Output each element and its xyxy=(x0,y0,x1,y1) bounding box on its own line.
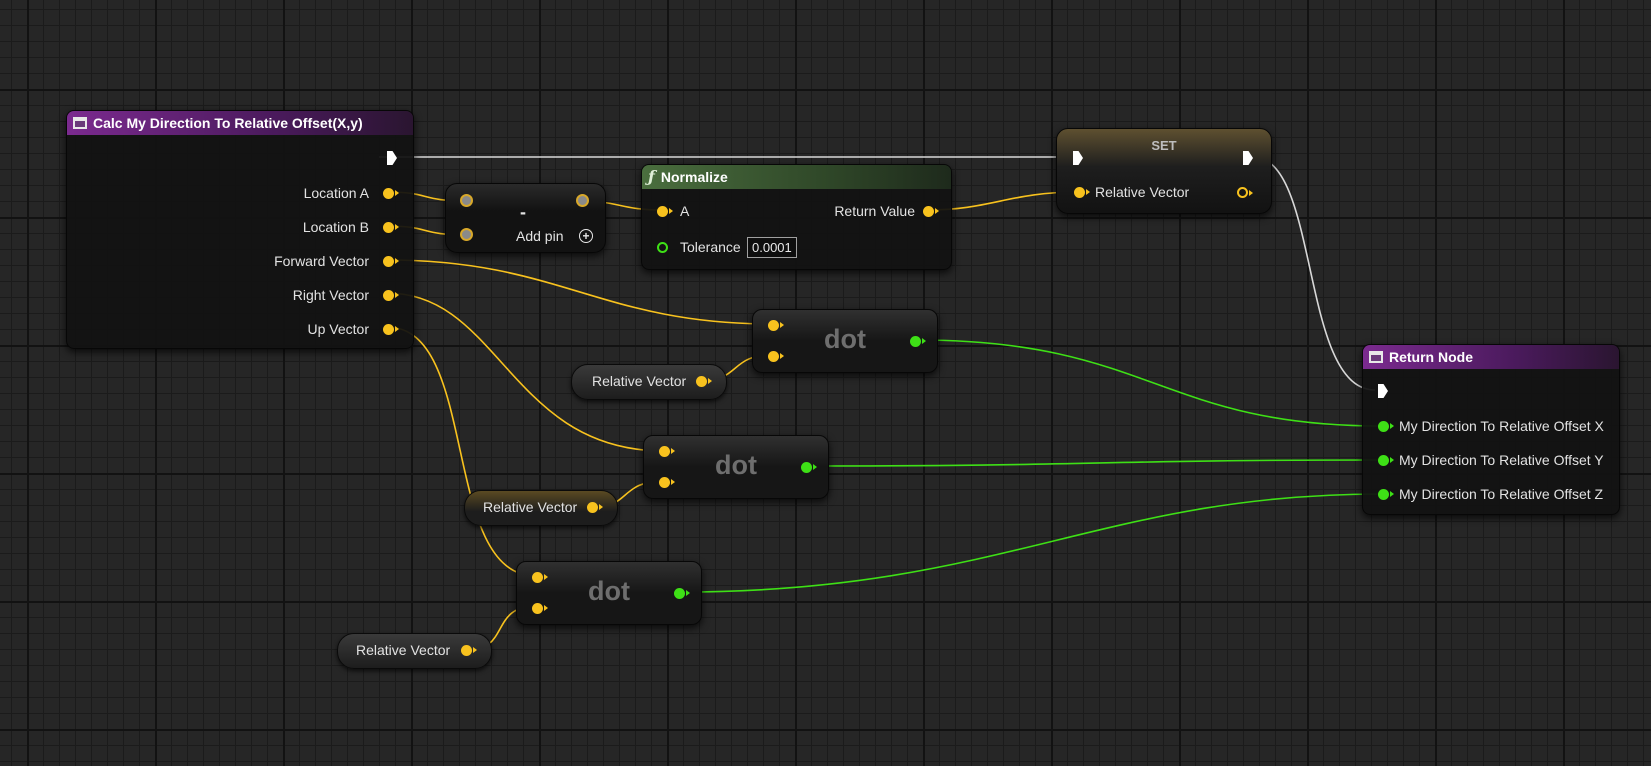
dot-product-node[interactable]: dot xyxy=(516,561,702,625)
dot-output-pin[interactable] xyxy=(674,588,690,599)
set-input-pin[interactable] xyxy=(1074,187,1090,198)
subtract-input-b-pin[interactable] xyxy=(460,228,473,241)
node-header: ƒ Normalize xyxy=(642,165,951,189)
offset-x-pin[interactable] xyxy=(1378,421,1394,432)
float-wire xyxy=(808,459,1383,467)
getter-label: Relative Vector xyxy=(356,642,451,658)
set-node[interactable]: SET Relative Vector xyxy=(1056,128,1272,214)
forward-vector-pin[interactable] xyxy=(383,256,399,267)
relative-vector-getter[interactable]: Relative Vector xyxy=(571,364,727,400)
offset-z-label: My Direction To Relative Offset Z xyxy=(1399,486,1604,502)
set-exec-out-pin[interactable] xyxy=(1243,151,1253,165)
set-variable-label: Relative Vector xyxy=(1095,184,1190,200)
node-header: Calc My Direction To Relative Offset(X,y… xyxy=(67,111,413,135)
return-node[interactable]: Return Node My Direction To Relative Off… xyxy=(1362,344,1620,515)
offset-y-label: My Direction To Relative Offset Y xyxy=(1399,452,1604,468)
offset-z-pin[interactable] xyxy=(1378,489,1394,500)
node-title: Calc My Direction To Relative Offset(X,y… xyxy=(93,115,363,131)
node-header: Return Node xyxy=(1363,345,1619,369)
node-title: Return Node xyxy=(1389,349,1473,365)
output-label-up-vector: Up Vector xyxy=(307,321,369,337)
getter-output-pin[interactable] xyxy=(461,645,477,656)
return-value-pin[interactable] xyxy=(923,206,939,217)
right-vector-pin[interactable] xyxy=(383,290,399,301)
subtract-node[interactable]: - Add pin + xyxy=(445,183,606,253)
output-label-right-vector: Right Vector xyxy=(292,287,369,303)
function-icon xyxy=(1369,351,1383,363)
tolerance-input[interactable]: 0.0001 xyxy=(747,237,797,258)
return-exec-in-pin[interactable] xyxy=(1378,384,1388,398)
plus-icon[interactable]: + xyxy=(579,229,593,243)
offset-y-pin[interactable] xyxy=(1378,455,1394,466)
dot-output-pin[interactable] xyxy=(910,336,926,347)
set-title: SET xyxy=(1151,138,1177,153)
output-label-location-a: Location A xyxy=(303,185,369,201)
set-exec-in-pin[interactable] xyxy=(1073,151,1083,165)
function-entry-node[interactable]: Calc My Direction To Relative Offset(X,y… xyxy=(66,110,414,349)
return-value-label: Return Value xyxy=(834,203,915,219)
tolerance-label: Tolerance xyxy=(680,239,741,255)
vector-wire xyxy=(386,326,537,577)
subtract-input-a-pin[interactable] xyxy=(460,194,473,207)
offset-x-label: My Direction To Relative Offset X xyxy=(1399,418,1604,434)
output-label-forward-vector: Forward Vector xyxy=(274,253,369,269)
normalize-input-a-label: A xyxy=(680,203,690,219)
subtract-symbol: - xyxy=(520,202,526,222)
float-wire xyxy=(916,339,1383,427)
getter-output-pin[interactable] xyxy=(696,376,712,387)
subtract-output-pin[interactable] xyxy=(576,194,589,207)
add-pin-label[interactable]: Add pin xyxy=(516,228,563,244)
dot-product-node[interactable]: dot xyxy=(643,435,829,499)
set-output-pin[interactable] xyxy=(1237,187,1253,198)
exec-out-pin[interactable] xyxy=(387,151,397,165)
getter-label: Relative Vector xyxy=(592,373,687,389)
dot-product-node[interactable]: dot xyxy=(752,309,938,373)
dot-output-pin[interactable] xyxy=(801,462,817,473)
output-label-location-b: Location B xyxy=(302,219,369,235)
relative-vector-getter[interactable]: Relative Vector xyxy=(464,490,618,526)
float-wire xyxy=(680,493,1383,593)
function-icon xyxy=(73,117,87,129)
location-a-pin[interactable] xyxy=(383,188,399,199)
getter-label: Relative Vector xyxy=(483,499,578,515)
normalize-input-a-pin[interactable] xyxy=(657,206,673,217)
location-b-pin[interactable] xyxy=(383,222,399,233)
relative-vector-getter[interactable]: Relative Vector xyxy=(337,633,492,669)
getter-output-pin[interactable] xyxy=(587,502,603,513)
normalize-node[interactable]: ƒ Normalize A Return Value Tolerance 0.0… xyxy=(641,164,952,270)
node-title: Normalize xyxy=(660,169,728,185)
function-icon: ƒ xyxy=(648,167,655,186)
up-vector-pin[interactable] xyxy=(383,324,399,335)
tolerance-pin[interactable] xyxy=(657,242,668,253)
